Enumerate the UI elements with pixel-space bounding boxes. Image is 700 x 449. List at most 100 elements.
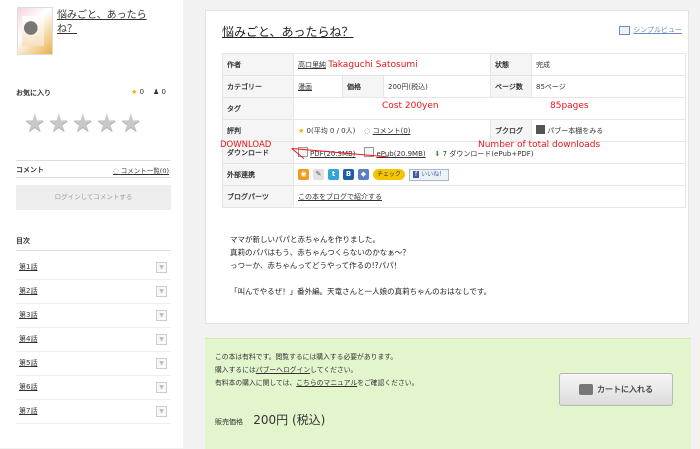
blog-introduce-link[interactable]: この本をブログで紹介する [298,193,382,201]
simple-view-link[interactable]: シンプルビュー [619,25,682,35]
table-row: ブログパーツ この本をブログで紹介する [222,185,686,208]
table-row: タグ [222,97,686,120]
table-row: 外部連携 ◉ ✎ t B ◆ チェック f いいね！ [222,163,686,186]
login-link[interactable]: パブーへログイン [256,366,310,374]
status-label: 状態 [490,53,532,76]
description-line: 「叫んでやるぜ！」番外編。天竜さんと一人娘の真莉ちゃんのおはなしです。 [230,287,492,296]
bookshelf-link[interactable]: パブー本棚をみる [547,127,603,135]
table-row: 作者 高口里純 Takaguchi Satosumi 状態 完成 [222,53,686,76]
chapter-link[interactable]: 第7話 [16,407,37,415]
chevron-down-icon[interactable]: ▼ [156,406,167,417]
bookshelf-icon [536,125,545,134]
table-row: 評判 ★ 0(平均 0 / 0人) ◌ コメント(0) ブクログ パブー本棚をみ… [222,119,686,142]
toc-item[interactable]: 第1話 ▼ [16,256,171,280]
favorites-row: お気に入り ★ 0 ♟ 0 [16,88,166,98]
purchase-line-2-pre: 購入するには [215,366,256,374]
chapter-link[interactable]: 第1話 [16,263,37,271]
purchase-line-3: 有料本の購入に関しては、こちらのマニュアルをご確認ください。 [215,377,418,390]
category-cell: 漫画 [293,75,343,98]
toc-item[interactable]: 第2話 ▼ [16,280,171,304]
page-title[interactable]: 悩みごと、あったらね？ [222,23,354,40]
rating-stars[interactable]: ★ ★ ★ ★ ★ [24,111,142,135]
tag-value [293,97,686,120]
price-label: 価格 [342,75,384,98]
hatena-icon[interactable]: B [343,169,354,180]
bookmark-share-icon[interactable]: ✎ [313,169,324,180]
purchase-line-3-post: をご確認ください。 [357,379,419,387]
manual-link[interactable]: こちらのマニュアル [296,379,357,387]
chevron-down-icon[interactable]: ▼ [156,310,167,321]
download-count: 7 ダウンロード(ePub+PDF) [442,149,534,158]
book-info-table: 作者 高口里純 Takaguchi Satosumi 状態 完成 カテゴリー 漫… [222,53,686,208]
add-to-cart-label: カートに入れる [597,385,653,394]
toc-item[interactable]: 第3話 ▼ [16,304,171,328]
comment-section-label: コメント [16,166,44,174]
price-value: 200円(税込) [383,75,491,98]
toc-item[interactable]: 第7話 ▼ [16,400,171,424]
download-annotation: DOWNLOAD [220,140,272,150]
bookmark-label: ブクログ [490,119,532,142]
table-row: ダウンロード PDF(20.3MB) ePub(20.9MB) ⬇ 7 ダウンロ… [222,141,686,164]
chapter-link[interactable]: 第5話 [16,359,37,367]
toc-item[interactable]: 第5話 ▼ [16,352,171,376]
chapter-link[interactable]: 第6話 [16,383,37,391]
comments-link[interactable]: コメント(0) [373,127,411,135]
book-cover-thumbnail[interactable] [17,7,53,55]
cart-icon [579,384,593,395]
toc-label: 目次 [16,237,30,245]
rating-star-3[interactable]: ★ [72,111,94,135]
category-link[interactable]: 漫画 [298,83,312,91]
table-row: カテゴリー 漫画 価格 200円(税込) ページ数 85ページ [222,75,686,98]
purchase-notice: この本は有料です。閲覧するには購入する必要があります。 購入するにはパブーへログ… [215,351,418,390]
chevron-down-icon[interactable]: ▼ [156,286,167,297]
facebook-like-button[interactable]: f いいね！ [409,168,450,181]
chevron-down-icon[interactable]: ▼ [156,334,167,345]
comment-list-link[interactable]: ◌ コメント一覧(0) [113,165,169,175]
chapter-link[interactable]: 第2話 [16,287,37,295]
add-to-cart-button[interactable]: カートに入れる [559,373,673,406]
rating-star-1[interactable]: ★ [24,111,46,135]
chevron-down-icon[interactable]: ▼ [156,358,167,369]
delicious-icon[interactable]: ◆ [358,169,369,180]
favorite-star-count: 0 [139,88,145,96]
toc-item[interactable]: 第4話 ▼ [16,328,171,352]
pages-value: 85ページ [531,75,686,98]
description-line [230,272,491,285]
chapter-link[interactable]: 第4話 [16,335,37,343]
tag-label: タグ [222,97,294,120]
divider [16,177,171,178]
status-value: 完成 [531,53,686,76]
sidebar: 悩みごと、あったらね？ お気に入り ★ 0 ♟ 0 ★ ★ ★ ★ ★ コメント… [0,0,183,448]
login-to-comment-button[interactable]: ログインしてコメントする [16,185,171,210]
book-description: ママが新しいパパと赤ちゃんを作りました。 真莉のパパはもう、赤ちゃんつくらないの… [230,233,491,298]
chapter-link[interactable]: 第3話 [16,311,37,319]
sale-price-label: 販売価格 [215,418,243,426]
download-arrow-icon: ⬇ [434,149,441,158]
author-cell: 高口里純 Takaguchi Satosumi [293,53,491,76]
twitter-icon[interactable]: t [328,169,339,180]
rss-icon[interactable]: ◉ [298,169,309,180]
downloads-count-annotation: Number of total downloads [478,140,601,150]
purchase-line-2-post: してください。 [310,366,358,374]
author-label: 作者 [222,53,294,76]
author-annotation: Takaguchi Satosumi [328,59,418,70]
toc-item[interactable]: 第6話 ▼ [16,376,171,400]
purchase-line-2: 購入するにはパブーへログインしてください。 [215,364,418,377]
author-link[interactable]: 高口里純 [298,61,326,69]
favorites-label: お気に入り [16,89,51,97]
chevron-down-icon[interactable]: ▼ [156,382,167,393]
comment-icon: ◌ [364,126,371,135]
rating-star-5[interactable]: ★ [120,111,142,135]
rating-star-2[interactable]: ★ [48,111,70,135]
cost-annotation: Cost 200yen [382,101,439,111]
chevron-down-icon[interactable]: ▼ [156,262,167,273]
pages-label: ページ数 [490,75,532,98]
blog-parts-cell: この本をブログで紹介する [293,185,686,208]
facebook-icon: f [413,170,420,178]
mixi-check-button[interactable]: チェック [373,169,406,180]
mixi-check-label: チェック [377,171,402,178]
sidebar-book-title[interactable]: 悩みごと、あったらね？ [57,9,162,37]
purchase-box: この本は有料です。閲覧するには購入する必要があります。 購入するにはパブーへログ… [205,338,691,449]
rating-star-4[interactable]: ★ [96,111,118,135]
pages-annotation: 85pages [550,101,589,111]
